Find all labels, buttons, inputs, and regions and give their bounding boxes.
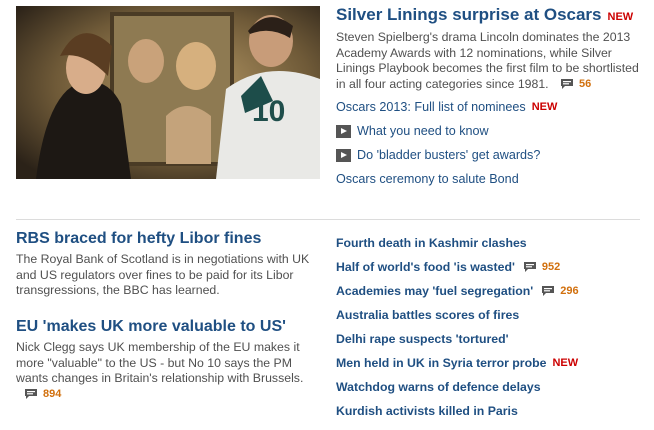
headline-link[interactable]: Australia battles scores of fires xyxy=(336,308,519,322)
top-story-photo[interactable]: 10 xyxy=(16,6,320,179)
story-summary-text: Nick Clegg says UK membership of the EU … xyxy=(16,340,304,385)
list-item: Half of world's food 'is wasted' 952 xyxy=(336,255,641,279)
photo-illustration: 10 xyxy=(16,6,320,179)
comment-count-value: 894 xyxy=(43,387,62,400)
video-play-icon xyxy=(336,124,351,138)
comment-count-value: 952 xyxy=(541,261,561,273)
comment-count[interactable]: 952 xyxy=(523,261,560,273)
list-item: Men held in UK in Syria terror probe NEW xyxy=(336,351,641,375)
headline-list: Fourth death in Kashmir clashes Half of … xyxy=(336,231,641,423)
list-item: Kurdish activists killed in Paris xyxy=(336,399,641,423)
headline-link[interactable]: Watchdog warns of defence delays xyxy=(336,380,541,394)
section-divider xyxy=(16,219,640,220)
comment-icon xyxy=(561,79,574,90)
headline-link[interactable]: Fourth death in Kashmir clashes xyxy=(336,236,527,250)
related-link-label[interactable]: Oscars 2013: Full list of nominees xyxy=(336,99,526,115)
story-summary: The Royal Bank of Scotland is in negotia… xyxy=(16,252,310,297)
list-item: Delhi rape suspects 'tortured' xyxy=(336,327,641,351)
top-story: Silver Linings surprise at Oscars NEW Ste… xyxy=(336,5,641,191)
new-badge: NEW xyxy=(531,101,558,113)
new-badge: NEW xyxy=(607,11,634,23)
top-story-summary-text: Steven Spielberg's drama Lincoln dominat… xyxy=(336,30,639,91)
top-story-summary: Steven Spielberg's drama Lincoln dominat… xyxy=(336,30,641,92)
story-headline[interactable]: RBS braced for hefty Libor fines xyxy=(16,230,261,247)
comment-count[interactable]: 894 xyxy=(24,387,61,403)
headline-link[interactable]: Half of world's food 'is wasted' xyxy=(336,260,515,274)
story-eu: EU 'makes UK more valuable to US' Nick C… xyxy=(16,317,321,402)
svg-text:10: 10 xyxy=(252,95,285,128)
related-link-bond: Oscars ceremony to salute Bond xyxy=(336,167,641,191)
list-item: Fourth death in Kashmir clashes xyxy=(336,231,641,255)
comment-count-value: 296 xyxy=(560,285,579,297)
video-play-icon xyxy=(336,148,351,162)
related-link-label[interactable]: Oscars ceremony to salute Bond xyxy=(336,171,519,187)
top-story-headline[interactable]: Silver Linings surprise at Oscars xyxy=(336,5,602,24)
related-link-nominees: Oscars 2013: Full list of nominees NEW xyxy=(336,95,641,119)
comment-count-value: 56 xyxy=(579,77,592,90)
comment-count[interactable]: 296 xyxy=(541,285,579,297)
story-rbs: RBS braced for hefty Libor fines The Roy… xyxy=(16,229,321,299)
story-headline[interactable]: EU 'makes UK more valuable to US' xyxy=(16,318,286,335)
comment-icon xyxy=(523,262,536,272)
comment-icon xyxy=(25,389,37,400)
related-link-video-need-to-know[interactable]: What you need to know xyxy=(336,119,641,143)
comment-count[interactable]: 56 xyxy=(560,77,591,93)
headline-link[interactable]: Kurdish activists killed in Paris xyxy=(336,404,518,418)
headline-link[interactable]: Men held in UK in Syria terror probe xyxy=(336,356,546,370)
comment-icon xyxy=(542,286,555,296)
top-story-links: Oscars 2013: Full list of nominees NEW W… xyxy=(336,95,641,191)
list-item: Watchdog warns of defence delays xyxy=(336,375,641,399)
list-item: Academies may 'fuel segregation' 296 xyxy=(336,279,641,303)
headline-link[interactable]: Delhi rape suspects 'tortured' xyxy=(336,332,509,346)
related-link-video-bladder-busters[interactable]: Do 'bladder busters' get awards? xyxy=(336,143,641,167)
list-item: Australia battles scores of fires xyxy=(336,303,641,327)
headline-link[interactable]: Academies may 'fuel segregation' xyxy=(336,284,533,298)
story-summary: Nick Clegg says UK membership of the EU … xyxy=(16,340,321,402)
new-badge: NEW xyxy=(552,357,579,369)
related-link-label[interactable]: What you need to know xyxy=(357,123,489,139)
related-link-label[interactable]: Do 'bladder busters' get awards? xyxy=(357,147,540,163)
